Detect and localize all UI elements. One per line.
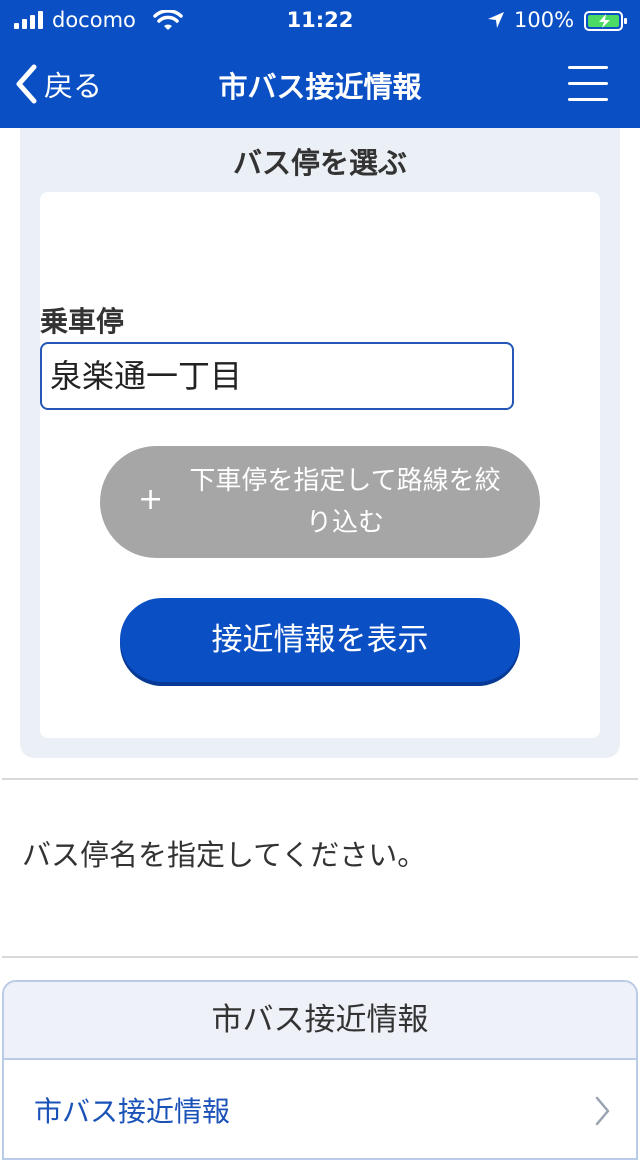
chevron-right-icon bbox=[595, 1096, 610, 1126]
show-approach-info-button[interactable]: 接近情報を表示 bbox=[120, 598, 520, 682]
message-box: バス停名を指定してください。 bbox=[2, 778, 638, 958]
boarding-stop-label: 乗車停 bbox=[40, 305, 125, 338]
filter-by-alighting-stop-button[interactable]: + 下車停を指定して路線を絞り込む bbox=[100, 446, 540, 558]
status-bar: docomo 11:22 100% bbox=[0, 0, 640, 40]
filter-button-label: 下車停を指定して路線を絞り込む bbox=[189, 466, 501, 538]
boarding-stop-input[interactable]: 泉楽通一丁目 bbox=[40, 342, 514, 410]
battery-icon bbox=[584, 11, 627, 31]
plus-icon: + bbox=[138, 482, 164, 517]
hamburger-menu-icon[interactable] bbox=[566, 62, 610, 106]
panel-title: バス停を選ぶ bbox=[232, 146, 407, 180]
page-title: 市バス接近情報 bbox=[218, 70, 422, 104]
location-arrow-icon bbox=[488, 12, 504, 28]
instruction-message: バス停名を指定してください。 bbox=[22, 838, 427, 872]
top-bar: docomo 11:22 100% 戻る 市バス接近情報 bbox=[0, 0, 640, 128]
stop-select-panel: バス停を選ぶ 乗車停 泉楽通一丁目 + 下車停を指定して路線を絞り込む 接近情報… bbox=[20, 128, 620, 758]
battery-percent: 100% bbox=[514, 8, 575, 32]
stop-select-form: 乗車停 泉楽通一丁目 + 下車停を指定して路線を絞り込む 接近情報を表示 bbox=[40, 192, 600, 738]
approach-info-section: 市バス接近情報 市バス接近情報 bbox=[2, 980, 638, 1160]
navigation-bar: 戻る 市バス接近情報 bbox=[0, 40, 640, 128]
section-heading: 市バス接近情報 bbox=[4, 982, 636, 1060]
approach-info-link[interactable]: 市バス接近情報 bbox=[34, 1090, 230, 1130]
